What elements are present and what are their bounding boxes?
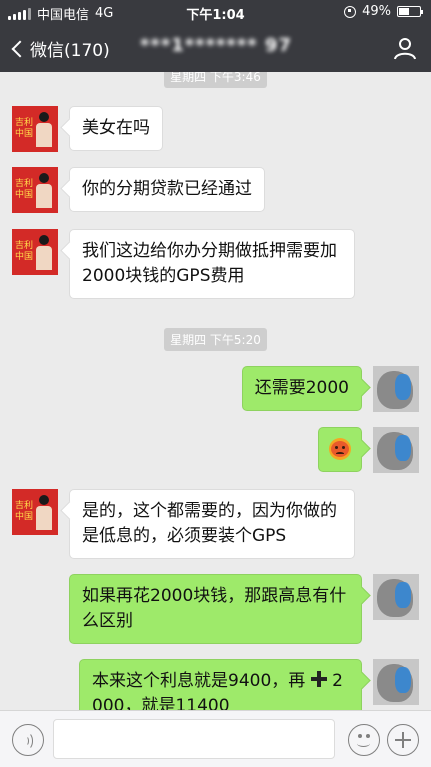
my-avatar[interactable] <box>373 574 419 620</box>
time-divider-label: 星期四 下午3:46 <box>164 72 267 88</box>
time-divider: 星期四 下午5:20 <box>0 328 431 351</box>
message-bubble-outgoing[interactable]: 本来这个利息就是9400，再 2000，就是11400 <box>79 659 362 710</box>
message-text: 美女在吗 <box>82 118 150 138</box>
voice-icon[interactable] <box>12 724 44 756</box>
time-divider-label: 星期四 下午5:20 <box>164 328 267 351</box>
message-text: 是的，这个都需要的，因为你做的是低息的，必须要装个GPS <box>82 501 337 546</box>
user-icon[interactable] <box>393 36 417 60</box>
avatar-text: 吉利中国 <box>15 179 34 200</box>
avatar-text: 吉利中国 <box>15 501 34 522</box>
nav-bar: 微信(170) ***1******* 97 <box>0 24 431 72</box>
status-bar: 中国电信 4G 下午1:04 49% <box>0 0 431 24</box>
chat-area[interactable]: 星期四 下午3:46 吉利中国 美女在吗 吉利中国 你的分期贷款已经通过 吉利中… <box>0 72 431 710</box>
message-text: 如果再花2000块钱，那跟高息有什么区别 <box>82 586 347 631</box>
avatar-figure <box>36 112 52 150</box>
contact-avatar[interactable]: 吉利中国 <box>12 167 58 213</box>
message-bubble-outgoing[interactable]: 还需要2000 <box>241 366 362 411</box>
contact-avatar[interactable]: 吉利中国 <box>12 106 58 152</box>
emoji-icon[interactable] <box>348 724 380 756</box>
message-bubble-outgoing[interactable] <box>318 427 362 472</box>
my-avatar[interactable] <box>373 659 419 705</box>
message-text: 本来这个利息就是9400，再 <box>92 671 306 691</box>
back-button[interactable]: 微信(170) <box>10 36 110 61</box>
message-bubble-incoming[interactable]: 是的，这个都需要的，因为你做的是低息的，必须要装个GPS <box>69 489 355 559</box>
message-bubble-outgoing[interactable]: 如果再花2000块钱，那跟高息有什么区别 <box>69 574 362 644</box>
avatar-text: 吉利中国 <box>15 118 34 139</box>
chevron-left-icon <box>11 40 29 57</box>
avatar-figure <box>36 495 52 533</box>
my-avatar[interactable] <box>373 427 419 473</box>
my-avatar[interactable] <box>373 366 419 412</box>
message-text: 你的分期贷款已经通过 <box>82 179 252 199</box>
plus-icon <box>310 671 327 687</box>
battery-icon <box>397 6 423 17</box>
contact-avatar[interactable]: 吉利中国 <box>12 229 58 275</box>
message-bubble-incoming[interactable]: 我们这边给你办分期做抵押需要加2000块钱的GPS费用 <box>69 229 355 299</box>
time-divider: 星期四 下午3:46 <box>0 72 431 88</box>
avatar-figure <box>36 235 52 273</box>
message-input[interactable] <box>53 719 335 759</box>
message-text: 还需要2000 <box>254 378 349 398</box>
chat-title: ***1******* 97 <box>140 35 292 56</box>
battery-percent: 49% <box>362 4 391 19</box>
message-bubble-incoming[interactable]: 你的分期贷款已经通过 <box>69 167 265 212</box>
message-text: 我们这边给你办分期做抵押需要加2000块钱的GPS费用 <box>82 241 337 286</box>
avatar-text: 吉利中国 <box>15 241 34 262</box>
input-bar <box>0 710 431 767</box>
battery-fill <box>399 8 409 15</box>
contact-avatar[interactable]: 吉利中国 <box>12 489 58 535</box>
add-more-icon[interactable] <box>387 724 419 756</box>
status-right: 49% <box>344 4 423 19</box>
message-bubble-incoming[interactable]: 美女在吗 <box>69 106 163 151</box>
avatar-figure <box>36 173 52 211</box>
back-label: 微信(170) <box>30 41 110 61</box>
angry-face-emoji-icon <box>329 438 351 460</box>
rotation-lock-icon <box>344 5 357 18</box>
